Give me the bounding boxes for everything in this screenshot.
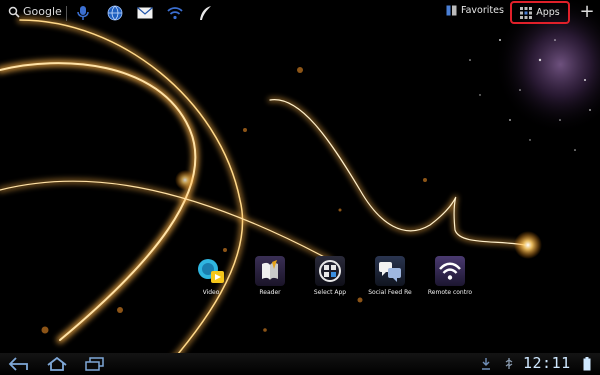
shortcut-select-app[interactable]: Select App xyxy=(302,256,358,296)
email-icon[interactable] xyxy=(136,4,154,22)
shortcut-label: Select App xyxy=(313,289,347,296)
shortcut-reader[interactable]: Reader xyxy=(242,256,298,296)
search-icon xyxy=(8,6,20,18)
recent-apps-button[interactable] xyxy=(82,356,108,372)
wifi-icon[interactable] xyxy=(166,4,184,22)
shortcut-video[interactable]: Video xyxy=(183,256,239,296)
back-button[interactable] xyxy=(6,356,32,372)
apps-button[interactable]: Apps xyxy=(510,1,570,24)
remote-control-icon xyxy=(435,256,465,286)
home-button[interactable] xyxy=(44,356,70,372)
google-search-button[interactable]: Google xyxy=(8,5,62,18)
shortcut-label: Video xyxy=(202,289,220,296)
select-app-icon xyxy=(315,256,345,286)
back-icon xyxy=(8,357,28,371)
favorites-button[interactable]: Favorites xyxy=(446,5,504,16)
system-bar: 12:11 xyxy=(0,353,600,375)
voice-search-icon[interactable] xyxy=(74,4,92,22)
apps-grid-icon xyxy=(520,6,533,19)
home-icon xyxy=(47,357,67,371)
quill-icon[interactable] xyxy=(196,4,214,22)
live-wallpaper xyxy=(0,0,600,375)
apps-label: Apps xyxy=(536,7,560,18)
favorites-icon xyxy=(446,5,457,16)
top-bar: Google Favorites Apps + xyxy=(0,0,600,28)
recent-apps-icon xyxy=(85,357,104,371)
add-icon[interactable]: + xyxy=(577,2,597,22)
shortcut-label: Reader xyxy=(259,289,281,296)
reader-icon xyxy=(255,256,285,286)
google-label: Google xyxy=(23,5,62,18)
favorites-label: Favorites xyxy=(461,5,504,16)
shortcut-remote-control[interactable]: Remote contro xyxy=(422,256,478,296)
download-icon[interactable] xyxy=(481,358,491,370)
shortcut-label: Remote contro xyxy=(427,289,473,296)
social-feed-icon xyxy=(375,256,405,286)
video-icon xyxy=(196,256,226,286)
usb-icon[interactable] xyxy=(503,358,515,370)
battery-icon[interactable] xyxy=(583,357,591,371)
browser-icon[interactable] xyxy=(106,4,124,22)
shortcut-label: Social Feed Re xyxy=(368,289,412,296)
shortcut-social-feed[interactable]: Social Feed Re xyxy=(362,256,418,296)
clock[interactable]: 12:11 xyxy=(523,354,571,372)
topbar-divider xyxy=(66,6,67,21)
